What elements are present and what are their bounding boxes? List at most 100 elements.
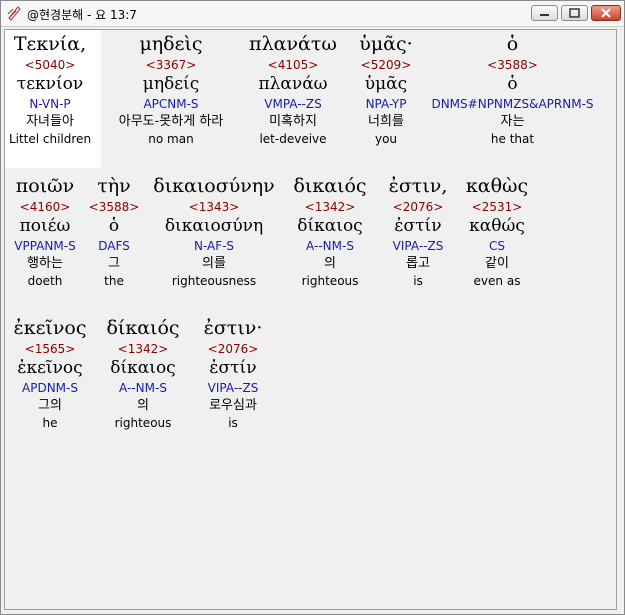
lemma: ποιέω [19, 216, 71, 236]
korean-gloss: 행하는 [27, 256, 63, 271]
greek-word: ποιῶν [15, 175, 75, 197]
parsing-code: DNMS#NPNMZS&APRNM-S [431, 97, 594, 111]
close-button[interactable] [591, 5, 621, 21]
maximize-icon [569, 8, 580, 18]
maximize-button[interactable] [561, 5, 588, 21]
english-gloss: Littel children [8, 132, 92, 146]
korean-gloss: 자는 [500, 114, 525, 129]
greek-word: πλανάτω [249, 33, 337, 55]
korean-gloss: 의를 [202, 256, 226, 271]
parsing-code: A--NM-S [119, 381, 167, 395]
app-icon [7, 6, 21, 21]
lemma: ὁ [507, 74, 518, 94]
parsing-code: VIPA--ZS [207, 381, 259, 395]
parsing-code: VIPA--ZS [392, 239, 444, 253]
english-gloss: he [42, 416, 58, 430]
korean-gloss: 그의 [38, 398, 62, 413]
word-block[interactable]: δίκαιός <1342> δίκαιος A--NM-S 의 righteo… [101, 315, 185, 431]
strong-number: <2076> [392, 200, 444, 214]
lemma: πλανάω [258, 74, 328, 94]
word-block[interactable]: δικαιοσύνην <1343> δικαιοσύνη N-AF-S 의를 … [147, 173, 281, 289]
english-gloss: no man [148, 132, 194, 146]
parsing-code: CS [489, 239, 505, 253]
word-block[interactable]: δικαιός <1342> δίκαιος A--NM-S 의 righteo… [285, 173, 375, 289]
window-title: @현경분해 - 요 13:7 [27, 8, 137, 22]
word-block[interactable]: ποιῶν <4160> ποιέω VPPANM-S 행하는 doeth [8, 173, 82, 289]
strong-number: <3588> [88, 200, 140, 214]
word-block[interactable]: ἐστιν, <2076> ἐστίν VIPA--ZS 롭고 is [378, 173, 458, 289]
word-block[interactable]: Τεκνία, <5040> τεκνίον N-VN-P 자녀들아 Litte… [8, 31, 92, 147]
korean-gloss: 미혹하지 [269, 114, 317, 129]
interlinear-view[interactable]: Τεκνία, <5040> τεκνίον N-VN-P 자녀들아 Litte… [4, 29, 617, 610]
parsing-code: VPPANM-S [14, 239, 76, 253]
lemma: τεκνίον [16, 74, 84, 94]
greek-word: ἐκεῖνος [13, 317, 87, 339]
greek-word: ὑμᾶς· [359, 33, 413, 55]
word-block[interactable]: τὴν <3588> ὁ DAFS 그 the [85, 173, 143, 289]
strong-number: <3367> [145, 58, 197, 72]
english-gloss: is [228, 416, 238, 430]
greek-word: Τεκνία, [13, 33, 87, 55]
strong-number: <1342> [117, 342, 169, 356]
minimize-button[interactable] [531, 5, 558, 21]
korean-gloss: 아무도-못하게 하라 [118, 114, 224, 129]
korean-gloss: 의 [137, 398, 149, 413]
parsing-code: NPA-YP [365, 97, 407, 111]
strong-number: <1343> [188, 200, 240, 214]
greek-word: τὴν [97, 175, 131, 197]
english-gloss: you [374, 132, 398, 146]
word-block[interactable]: ἐστιν· <2076> ἐστίν VIPA--ZS 로우심과 is [195, 315, 271, 431]
word-block[interactable]: ὁ <3588> ὁ DNMS#NPNMZS&APRNM-S 자는 he tha… [430, 31, 595, 147]
lemma: καθώς [469, 216, 525, 236]
greek-word: ὁ [506, 33, 519, 55]
strong-number: <2076> [207, 342, 259, 356]
korean-gloss: 의 [324, 256, 336, 271]
parsing-code: APCNM-S [143, 97, 199, 111]
parsing-code: DAFS [98, 239, 130, 253]
strong-number: <3588> [487, 58, 538, 72]
english-gloss: even as [473, 274, 521, 288]
greek-word: ἐστιν, [388, 175, 448, 197]
parsing-code: N-VN-P [29, 97, 71, 111]
strong-number: <5209> [360, 58, 412, 72]
greek-word: δικαιός [293, 175, 367, 197]
greek-word: καθὼς [465, 175, 529, 197]
english-gloss: doeth [27, 274, 63, 288]
english-gloss: let-deveive [259, 132, 327, 146]
korean-gloss: 로우심과 [209, 398, 257, 413]
lemma: ὑμᾶς [364, 74, 408, 94]
english-gloss: the [104, 274, 124, 288]
lemma: δίκαιος [110, 358, 176, 378]
title-bar[interactable]: @현경분해 - 요 13:7 [1, 1, 624, 27]
english-gloss: he that [490, 132, 535, 146]
word-block[interactable]: μηδεὶς <3367> μηδείς APCNM-S 아무도-못하게 하라 … [101, 31, 241, 147]
word-block[interactable]: ἐκεῖνος <1565> ἐκεῖνος APDNM-S 그의 he [8, 315, 92, 431]
lemma: ἐστίν [394, 216, 442, 236]
strong-number: <1342> [304, 200, 356, 214]
english-gloss: is [413, 274, 423, 288]
greek-word: δίκαιός [106, 317, 180, 339]
english-gloss: righteous [301, 274, 359, 288]
lemma: ὁ [108, 216, 120, 236]
lemma: δικαιοσύνη [164, 216, 264, 236]
korean-gloss: 자녀들아 [26, 114, 74, 129]
lemma: ἐστίν [209, 358, 257, 378]
word-block[interactable]: πλανάτω <4105> πλανάω VMPA--ZS 미혹하지 let-… [245, 31, 341, 147]
word-block[interactable]: καθὼς <2531> καθώς CS 같이 even as [461, 173, 533, 289]
greek-word: δικαιοσύνην [153, 175, 275, 197]
strong-number: <5040> [24, 58, 76, 72]
lemma: ἐκεῖνος [17, 358, 83, 378]
parsing-code: A--NM-S [306, 239, 354, 253]
parsing-code: APDNM-S [22, 381, 78, 395]
english-gloss: righteousness [171, 274, 257, 288]
korean-gloss: 롭고 [406, 256, 430, 271]
english-gloss: righteous [114, 416, 172, 430]
korean-gloss: 같이 [485, 256, 509, 271]
parsing-code: VMPA--ZS [264, 97, 322, 111]
strong-number: <4105> [267, 58, 319, 72]
korean-gloss: 그 [108, 256, 120, 271]
word-block[interactable]: ὑμᾶς· <5209> ὑμᾶς NPA-YP 너희를 you [350, 31, 422, 147]
korean-gloss: 너희를 [368, 114, 404, 129]
strong-number: <1565> [24, 342, 76, 356]
greek-word: ἐστιν· [203, 317, 263, 339]
